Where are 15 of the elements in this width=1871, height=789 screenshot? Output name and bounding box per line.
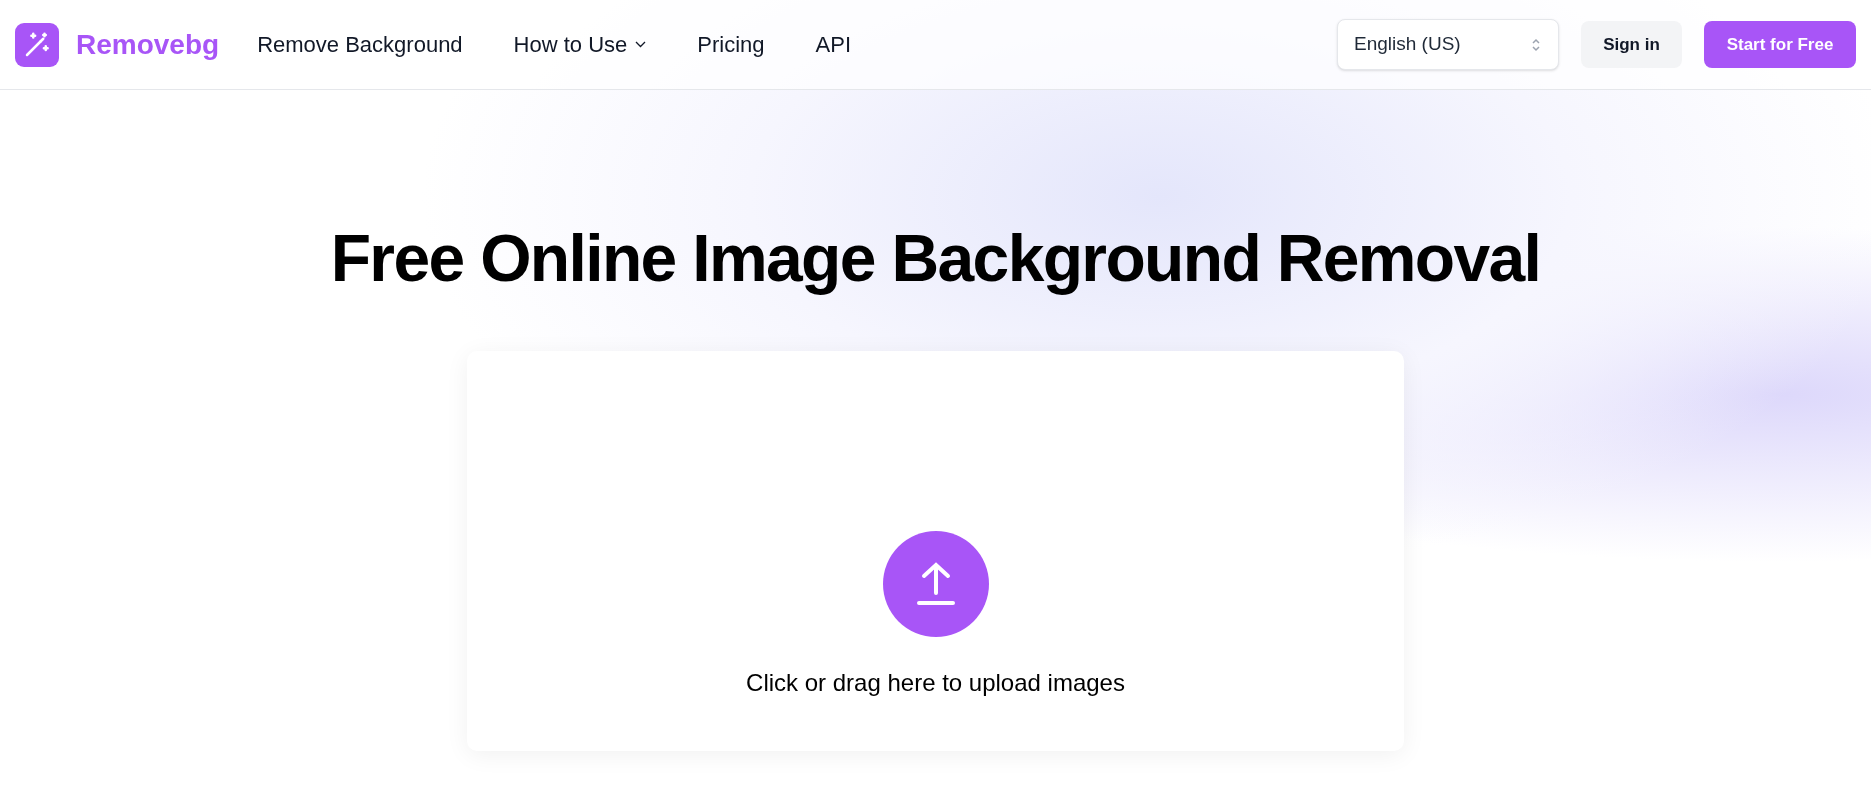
upload-instructions: Click or drag here to upload images [746, 668, 1125, 698]
language-label: English (US) [1354, 32, 1461, 57]
chevron-down-icon [635, 41, 647, 48]
how-to-use-menu[interactable]: How to Use [513, 28, 647, 61]
language-select[interactable]: English (US) [1337, 19, 1559, 70]
start-for-free-button[interactable]: Start for Free [1704, 21, 1856, 68]
nav-link[interactable]: API [815, 28, 852, 61]
sign-in-button[interactable]: Sign in [1581, 21, 1682, 68]
logo-text[interactable]: Removebg [76, 23, 220, 66]
chevron-up-down-icon [1530, 36, 1542, 53]
nav-label: How to Use [513, 31, 628, 59]
upload-card[interactable]: Click or drag here to upload images [467, 351, 1404, 751]
nav-link[interactable]: Remove Background [257, 28, 463, 61]
logo-icon[interactable] [15, 22, 59, 67]
nav-link[interactable]: Pricing [697, 28, 765, 61]
